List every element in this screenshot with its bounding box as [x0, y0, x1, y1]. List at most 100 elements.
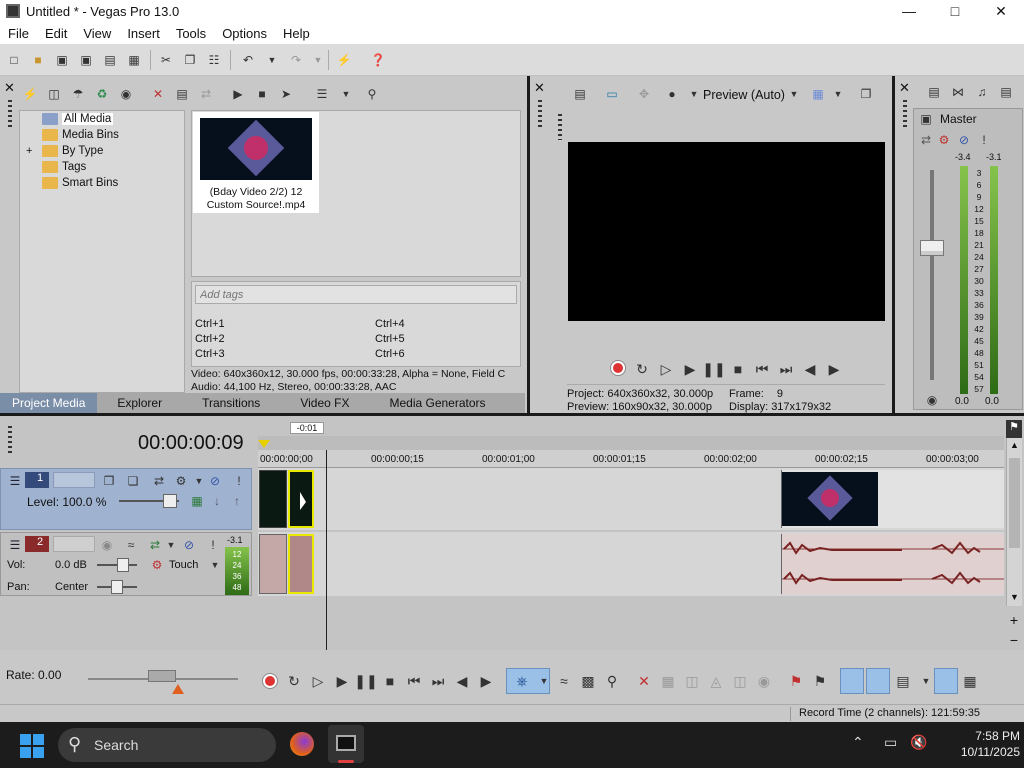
loop-playback-icon[interactable]: ↻ — [634, 361, 650, 377]
enable-snapping-icon[interactable]: ⚡ — [336, 52, 352, 68]
auto-crossfades-button[interactable] — [866, 668, 890, 694]
master-solo-icon[interactable]: ! — [976, 132, 992, 148]
pan-slider-handle[interactable] — [111, 580, 123, 594]
track-solo-icon[interactable]: ! — [205, 537, 221, 553]
display-icon[interactable]: ▭ — [884, 734, 897, 751]
preview-quality-dropdown-icon[interactable]: ▼ — [786, 86, 802, 102]
automation-mode[interactable]: Touch — [169, 559, 198, 571]
menu-options[interactable]: Options — [214, 26, 275, 41]
volume-muted-icon[interactable]: 🔇 — [910, 734, 927, 751]
split-screen-icon[interactable]: ● — [664, 86, 680, 102]
maximize-button[interactable]: □ — [932, 0, 978, 22]
add-tags-input[interactable] — [195, 285, 517, 304]
tab-explorer[interactable]: Explorer — [97, 396, 182, 410]
vertical-scroll-thumb[interactable] — [1009, 458, 1020, 548]
minimize-button[interactable]: — — [886, 0, 932, 22]
play-from-start-icon[interactable]: ▷ — [658, 361, 674, 377]
preview-properties-icon[interactable]: ▤ — [572, 86, 588, 102]
redo-dropdown-icon[interactable]: ▼ — [310, 52, 326, 68]
redo-icon[interactable]: ↷ — [288, 52, 304, 68]
track-effects-routing-icon[interactable]: ⇄ — [151, 473, 167, 489]
track-solo-icon[interactable]: ! — [231, 473, 247, 489]
video-track-header[interactable]: ☰ 1 ❐ ❏ ⇄ ⚙ ▼ ⊘ ! Level: 100.0 % ▦ ↓ ↑ — [0, 468, 252, 530]
lock-envelopes-button[interactable] — [934, 668, 958, 694]
go-to-start-icon[interactable]: ⏮ — [754, 361, 770, 377]
render-icon[interactable]: ▤ — [102, 52, 118, 68]
close-panel-icon[interactable]: ✕ — [899, 80, 910, 96]
track-effects-routing-icon[interactable]: ⇄ — [147, 537, 163, 553]
envelope-tool-icon[interactable]: ≈ — [556, 673, 572, 689]
track-name-field[interactable] — [53, 536, 95, 552]
track-motion-icon[interactable]: ❐ — [101, 473, 117, 489]
vertical-scrollbar[interactable]: ▲ ▼ — [1006, 438, 1022, 606]
close-panel-icon[interactable]: ✕ — [4, 80, 15, 96]
cut-icon[interactable]: ✂ — [158, 52, 174, 68]
preview-quality[interactable]: Preview (Auto) — [703, 88, 785, 102]
make-compositing-parent-icon[interactable]: ↑ — [229, 493, 245, 509]
make-compositing-child-icon[interactable]: ↓ — [209, 493, 225, 509]
play-icon[interactable]: ▶ — [682, 361, 698, 377]
properties-icon[interactable]: ▦ — [126, 52, 142, 68]
lock-icon[interactable]: ◉ — [756, 673, 772, 689]
timecode-display[interactable]: 00:00:00:09 — [138, 432, 244, 455]
import-media-icon[interactable]: ⚡ — [22, 86, 38, 102]
what-is-this-icon[interactable]: ❓ — [370, 52, 386, 68]
search-icon[interactable]: ⚲ — [364, 86, 380, 102]
go-to-end-icon[interactable]: ⏭ — [430, 673, 446, 689]
tree-item-by-type[interactable]: + By Type — [26, 143, 103, 159]
tree-item-media-bins[interactable]: Media Bins — [42, 127, 119, 143]
vertical-zoom-buttons[interactable]: + − — [1006, 610, 1022, 650]
remove-media-icon[interactable]: ✕ — [150, 86, 166, 102]
panel-grip[interactable] — [538, 100, 542, 130]
master-lock-icon[interactable]: ◉ — [924, 392, 940, 408]
master-fader-handle[interactable] — [920, 240, 944, 256]
go-to-start-icon[interactable]: ⏮ — [406, 673, 422, 689]
tab-video-fx[interactable]: Video FX — [280, 396, 369, 410]
time-ruler[interactable]: 00:00:00;00 00:00:00;15 00:00:01;00 00:0… — [258, 450, 1004, 468]
routing-dropdown-icon[interactable]: ▼ — [163, 537, 179, 553]
close-button[interactable]: ✕ — [978, 0, 1024, 22]
views-icon[interactable]: ☰ — [314, 86, 330, 102]
menu-view[interactable]: View — [75, 26, 119, 41]
delete-icon[interactable]: ✕ — [636, 673, 652, 689]
empty-track-area[interactable] — [258, 596, 1004, 650]
track-name-field[interactable] — [53, 472, 95, 488]
audio-track-header[interactable]: ☰ 2 ◉ ≈ ⇄ ▼ ⊘ ! Vol: 0.0 dB ⚙ Touch ▼ Pa… — [0, 532, 252, 596]
auto-preview-icon[interactable]: ➤ — [278, 86, 294, 102]
undo-dropdown-icon[interactable]: ▼ — [264, 52, 280, 68]
play-from-start-icon[interactable]: ▷ — [310, 673, 326, 689]
expand-icon[interactable]: + — [26, 145, 38, 157]
track-mute-icon[interactable]: ⊘ — [207, 473, 223, 489]
track-collapse-icon[interactable]: ☰ — [7, 473, 23, 489]
vol-slider-handle[interactable] — [117, 558, 129, 572]
go-to-end-icon[interactable]: ⏭ — [778, 361, 794, 377]
automation-dropdown-icon[interactable]: ▼ — [207, 557, 223, 573]
tree-item-all-media[interactable]: All Media — [42, 111, 114, 127]
record-icon[interactable] — [611, 361, 625, 375]
taskbar-search[interactable]: ⚲ Search — [58, 728, 276, 762]
tag-shortcut[interactable]: Ctrl+1 — [195, 317, 225, 332]
media-properties-icon[interactable]: ▤ — [174, 86, 190, 102]
track-envelope-icon[interactable]: ≈ — [123, 537, 139, 553]
start-preview-icon[interactable]: ▶ — [230, 86, 246, 102]
snapping-dropdown-icon[interactable]: ▼ — [918, 673, 934, 689]
stop-preview-icon[interactable]: ■ — [254, 86, 270, 102]
track-fx-dropdown-icon[interactable]: ▼ — [191, 473, 207, 489]
tab-project-media[interactable]: Project Media — [0, 393, 98, 413]
tag-shortcut[interactable]: Ctrl+6 — [375, 347, 405, 362]
firefox-icon[interactable] — [290, 732, 314, 756]
vegas-taskbar-button[interactable] — [328, 725, 364, 763]
save-as-icon[interactable]: ▣ — [78, 52, 94, 68]
dim-output-icon[interactable]: ♫ — [974, 84, 990, 100]
track-fx-icon[interactable]: ⚙ — [173, 473, 189, 489]
open-folder-icon[interactable]: ■ — [30, 52, 46, 68]
arm-for-record-icon[interactable]: ◉ — [99, 537, 115, 553]
media-fx-icon[interactable]: ⇄ — [198, 86, 214, 102]
video-clip[interactable] — [781, 470, 1004, 528]
pause-icon[interactable]: ❚❚ — [702, 361, 725, 377]
tab-media-generators[interactable]: Media Generators — [369, 396, 505, 410]
show-hidden-icons-icon[interactable]: ⌃ — [852, 734, 864, 751]
stop-icon[interactable]: ■ — [382, 673, 398, 689]
tab-transitions[interactable]: Transitions — [182, 396, 280, 410]
menu-help[interactable]: Help — [275, 26, 318, 41]
